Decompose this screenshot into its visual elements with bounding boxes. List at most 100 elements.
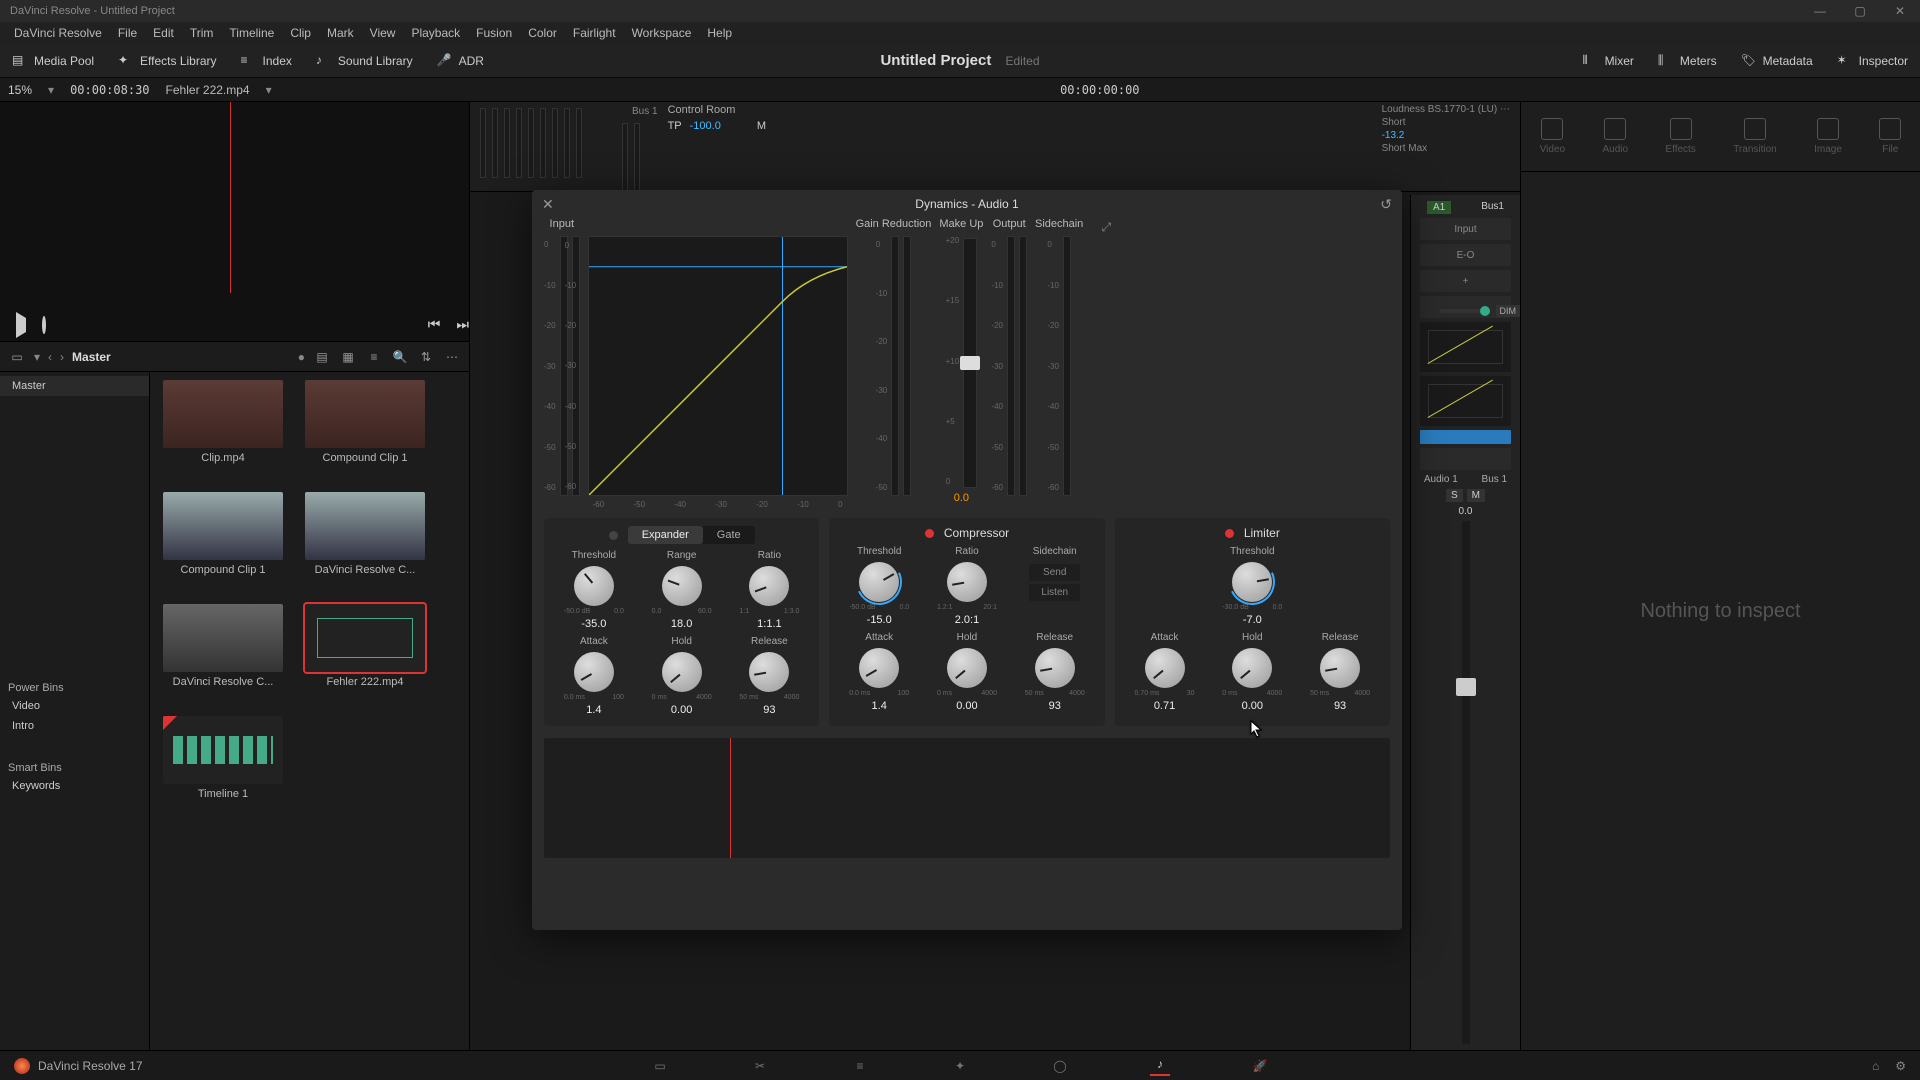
page-fairlight[interactable]: ♪ (1150, 1056, 1170, 1076)
makeup-value[interactable]: 0.0 (954, 492, 969, 504)
enable-dot[interactable] (1225, 529, 1234, 538)
page-fusion[interactable]: ✦ (950, 1056, 970, 1076)
tab-file[interactable]: File (1879, 118, 1901, 155)
attack-knob[interactable] (1145, 648, 1185, 688)
adr-button[interactable]: 🎤ADR (425, 44, 496, 78)
menu-item[interactable]: Fairlight (565, 26, 624, 40)
slider-handle[interactable] (960, 356, 980, 370)
inspector-button[interactable]: ✶Inspector (1825, 44, 1920, 78)
attack-knob[interactable] (574, 652, 614, 692)
threshold-knob[interactable] (1232, 562, 1272, 602)
clip-thumb-selected[interactable]: Fehler 222.mp4 (300, 604, 430, 704)
home-icon[interactable]: ⌂ (1872, 1059, 1879, 1073)
page-deliver[interactable]: 🚀 (1250, 1056, 1270, 1076)
more-icon[interactable]: ⋯ (443, 348, 461, 366)
ratio-knob[interactable] (749, 566, 789, 606)
release-knob[interactable] (749, 652, 789, 692)
enable-dot[interactable] (925, 529, 934, 538)
page-media[interactable]: ▭ (650, 1056, 670, 1076)
index-button[interactable]: ≡Index (229, 44, 304, 78)
menu-item[interactable]: File (110, 26, 145, 40)
chevron-down-icon[interactable]: ▾ (266, 83, 272, 97)
menu-item[interactable]: DaVinci Resolve (6, 26, 110, 40)
effects-library-button[interactable]: ✦Effects Library (106, 44, 228, 78)
bin-tree[interactable]: Master Power Bins Video Intro Smart Bins… (0, 372, 150, 1050)
tab-audio[interactable]: Audio (1602, 118, 1628, 155)
close-button[interactable]: ✕ (1880, 0, 1920, 22)
loop-button[interactable] (42, 318, 46, 332)
chevron-down-icon[interactable]: ▾ (34, 350, 40, 364)
menu-item[interactable]: Trim (182, 26, 222, 40)
next-button[interactable]: ⏭ (456, 316, 469, 333)
page-cut[interactable]: ✂ (750, 1056, 770, 1076)
prev-button[interactable]: ⏮ (428, 316, 441, 333)
menu-item[interactable]: Playback (403, 26, 468, 40)
threshold-knob[interactable] (574, 566, 614, 606)
reset-icon[interactable]: ↺ (1380, 196, 1392, 213)
menu-item[interactable]: Timeline (221, 26, 282, 40)
menu-item[interactable]: Fusion (468, 26, 520, 40)
tab-transition[interactable]: Transition (1733, 118, 1777, 155)
chevron-down-icon[interactable]: ▾ (48, 83, 54, 97)
tab-effects[interactable]: Effects (1665, 118, 1695, 155)
listen-button[interactable]: Listen (1029, 584, 1080, 601)
expand-icon[interactable]: ⤢ (1102, 220, 1112, 235)
clip-thumb[interactable]: Clip.mp4 (158, 380, 288, 480)
gear-icon[interactable]: ⚙ (1895, 1059, 1906, 1073)
timecode-source[interactable]: 00:00:08:30 (70, 83, 149, 97)
slot[interactable] (1420, 448, 1511, 470)
source-viewer[interactable]: ⏮ ⏭ (0, 102, 469, 342)
clip-thumb[interactable]: DaVinci Resolve C... (300, 492, 430, 592)
release-knob[interactable] (1320, 648, 1360, 688)
dyn-curve[interactable] (1420, 376, 1511, 426)
minimize-button[interactable]: — (1800, 0, 1840, 22)
hold-knob[interactable] (662, 652, 702, 692)
search-icon[interactable]: 🔍 (391, 348, 409, 366)
solo-button[interactable]: S (1446, 489, 1463, 502)
metadata-button[interactable]: 🏷Metadata (1729, 44, 1825, 78)
maximize-button[interactable]: ▢ (1840, 0, 1880, 22)
close-icon[interactable]: ✕ (542, 196, 554, 213)
attack-knob[interactable] (859, 648, 899, 688)
ratio-knob[interactable] (947, 562, 987, 602)
menu-item[interactable]: Color (520, 26, 565, 40)
playhead[interactable] (730, 738, 731, 858)
transfer-curve[interactable]: 0-10-20-30-40-50-60 -60-50-40-30-20-100 (588, 236, 848, 496)
input-slot[interactable]: Input (1420, 218, 1511, 240)
strip-view-icon[interactable]: ▤ (313, 348, 331, 366)
dialog-titlebar[interactable]: ✕ Dynamics - Audio 1 ↺ (532, 190, 1402, 218)
range-knob[interactable] (662, 566, 702, 606)
power-bins-header[interactable]: Power Bins (0, 676, 149, 696)
clip-thumb[interactable]: Compound Clip 1 (300, 380, 430, 480)
enable-dot[interactable] (609, 531, 618, 540)
add-slot[interactable]: + (1420, 270, 1511, 292)
hold-knob[interactable] (947, 648, 987, 688)
order-slot[interactable]: E-O (1420, 244, 1511, 266)
menu-item[interactable]: Help (699, 26, 740, 40)
forward-icon[interactable]: › (60, 350, 64, 364)
mixer-strip[interactable]: A1 Bus1 Input E-O + Audio 1 Bus 1 SM 0.0 (1410, 195, 1520, 1050)
bin-video[interactable]: Video (0, 696, 149, 716)
playhead[interactable] (230, 102, 231, 293)
clip-thumb[interactable]: Compound Clip 1 (158, 492, 288, 592)
media-pool-button[interactable]: ▤Media Pool (0, 44, 106, 78)
expander-gate-toggle[interactable]: Expander Gate (628, 526, 755, 544)
bin-intro[interactable]: Intro (0, 716, 149, 736)
back-icon[interactable]: ‹ (48, 350, 52, 364)
dynamics-dialog[interactable]: ✕ Dynamics - Audio 1 ↺ Input 0-10-20-30-… (532, 190, 1402, 930)
menu-item[interactable]: Workspace (624, 26, 700, 40)
makeup-slider[interactable] (963, 238, 977, 488)
menu-item[interactable]: Clip (282, 26, 319, 40)
timeline-thumb[interactable]: Timeline 1 (158, 716, 288, 816)
tab-video[interactable]: Video (1540, 118, 1565, 155)
sidebar-toggle-icon[interactable]: ▭ (8, 348, 26, 366)
menu-item[interactable]: View (362, 26, 404, 40)
mixer-button[interactable]: ⫴Mixer (1571, 44, 1646, 78)
tab-image[interactable]: Image (1814, 118, 1842, 155)
play-button[interactable] (16, 318, 26, 332)
hold-knob[interactable] (1232, 648, 1272, 688)
page-color[interactable]: ◯ (1050, 1056, 1070, 1076)
eq-curve[interactable] (1420, 322, 1511, 372)
dim-button[interactable]: DIM (1496, 305, 1521, 317)
filter-icon[interactable]: ⇅ (417, 348, 435, 366)
